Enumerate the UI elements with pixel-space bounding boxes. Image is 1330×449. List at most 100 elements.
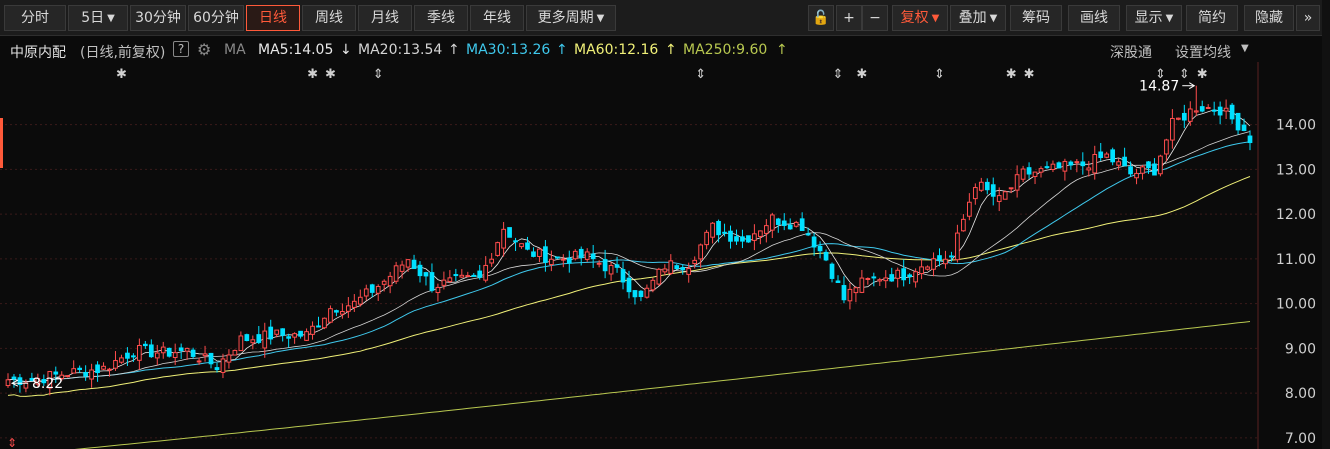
candle-body: [1241, 124, 1247, 132]
tab-label: 年线: [483, 10, 511, 26]
double-chevron-right-icon[interactable]: »: [1296, 5, 1320, 31]
candle-body: [710, 222, 715, 238]
candle-body: [984, 181, 990, 191]
candle-body: [1116, 161, 1121, 166]
tab-7[interactable]: 季线: [414, 5, 468, 31]
y-tick-label: 7.00: [1285, 431, 1316, 447]
tool-label: 复权: [900, 10, 929, 26]
candle-body: [256, 334, 262, 343]
tool-label: 画线: [1080, 10, 1108, 26]
tab-label: 60分钟: [193, 10, 239, 26]
candle-body: [919, 266, 924, 275]
candle-body: [190, 349, 196, 357]
tool-label: 显示: [1134, 10, 1163, 26]
candle-body: [519, 243, 524, 248]
candle-body: [1104, 153, 1110, 158]
candle-body: [89, 369, 94, 380]
tab-label: 季线: [427, 10, 455, 26]
candle-body: [823, 251, 829, 261]
ma5-arrow-icon: ↓: [340, 42, 352, 58]
tool-button-5[interactable]: 筹码: [1010, 5, 1062, 31]
candle-body: [310, 325, 315, 335]
tab-4[interactable]: 日线: [246, 5, 300, 31]
indicator-info-bar: 中原内配 (日线,前复权) ? ⚙ MA MA5:14.05 ↓ MA20:13…: [0, 37, 1300, 63]
ma30-arrow-icon: ↑: [556, 42, 568, 58]
ma20-value: MA20:13.54: [358, 42, 443, 58]
candle-body: [507, 227, 512, 238]
candle-body: [113, 360, 118, 369]
candle-body: [614, 264, 620, 268]
candle-body: [501, 228, 506, 249]
candle-body: [871, 276, 877, 279]
candle-body: [531, 251, 536, 257]
candle-body: [560, 258, 566, 261]
tab-6[interactable]: 月线: [358, 5, 412, 31]
candle-body: [656, 268, 662, 285]
zoom-in-icon[interactable]: +: [836, 5, 862, 31]
gear-icon[interactable]: ⚙: [197, 40, 211, 59]
candle-body: [71, 368, 77, 374]
chevron-down-icon: ▼: [989, 13, 998, 24]
candle-body: [1199, 106, 1205, 112]
candle-body: [1170, 117, 1175, 141]
help-icon[interactable]: ?: [173, 41, 189, 57]
tab-2[interactable]: 30分钟: [130, 5, 186, 31]
tab-8[interactable]: 年线: [470, 5, 524, 31]
tool-button-7[interactable]: 显示 ▼: [1126, 5, 1182, 31]
low-price-label: 8.22: [32, 376, 63, 392]
tool-button-9[interactable]: 隐藏: [1244, 5, 1294, 31]
ma-settings-link[interactable]: 设置均线: [1175, 42, 1231, 62]
candle-body: [674, 265, 680, 270]
candle-body: [322, 317, 327, 329]
exchange-link[interactable]: 深股通: [1110, 42, 1152, 62]
tab-label: 月线: [371, 10, 399, 26]
y-tick-label: 11.00: [1276, 252, 1316, 268]
candle-body: [465, 275, 471, 278]
candle-body: [1235, 112, 1241, 131]
candle-body: [280, 328, 286, 336]
candle-body: [543, 246, 548, 263]
tab-0[interactable]: 分时: [4, 5, 66, 31]
candle-body: [471, 274, 477, 277]
tool-button-6[interactable]: 画线: [1068, 5, 1120, 31]
event-marker-icon: ⇕: [373, 67, 384, 82]
candle-body: [477, 270, 483, 278]
tab-3[interactable]: 60分钟: [188, 5, 244, 31]
candle-body: [853, 287, 859, 294]
tool-button-4[interactable]: 叠加 ▼: [950, 5, 1006, 31]
candle-body: [304, 331, 309, 341]
candle-body: [1217, 106, 1223, 116]
candle-body: [662, 268, 668, 273]
candle-body: [650, 279, 656, 291]
zoom-out-icon[interactable]: −: [862, 5, 888, 31]
tab-9[interactable]: 更多周期 ▼: [526, 5, 616, 31]
candle-body: [208, 352, 214, 365]
candle-body: [620, 269, 626, 283]
chevron-down-icon[interactable]: ▼: [1241, 43, 1249, 54]
ma5-line: [7, 109, 1251, 383]
candle-body: [369, 284, 375, 293]
candlestick-chart[interactable]: 14.0013.0012.0011.0010.009.008.007.0014.…: [0, 62, 1322, 449]
tool-button-8[interactable]: 简约: [1186, 5, 1238, 31]
candle-body: [943, 258, 948, 265]
tool-label: −: [869, 10, 881, 26]
ma-label[interactable]: MA: [224, 42, 246, 58]
candle-body: [148, 344, 154, 358]
tab-5[interactable]: 周线: [302, 5, 356, 31]
candle-body: [423, 272, 429, 277]
candle-body: [119, 357, 124, 363]
candle-body: [1247, 135, 1253, 144]
candle-body: [489, 258, 495, 264]
candle-body: [244, 334, 250, 341]
unlock-icon[interactable]: 🔓: [808, 5, 834, 31]
candle-body: [166, 347, 172, 357]
tool-button-3[interactable]: 复权 ▼: [892, 5, 948, 31]
candle-body: [835, 280, 841, 283]
tab-1[interactable]: 5日 ▼: [68, 5, 128, 31]
tab-label: 30分钟: [135, 10, 181, 26]
candle-body: [154, 352, 160, 359]
chevron-down-icon: ▼: [107, 13, 115, 24]
tool-label: 🔓: [812, 10, 830, 26]
candle-body: [901, 268, 907, 281]
candle-body: [1152, 163, 1157, 176]
